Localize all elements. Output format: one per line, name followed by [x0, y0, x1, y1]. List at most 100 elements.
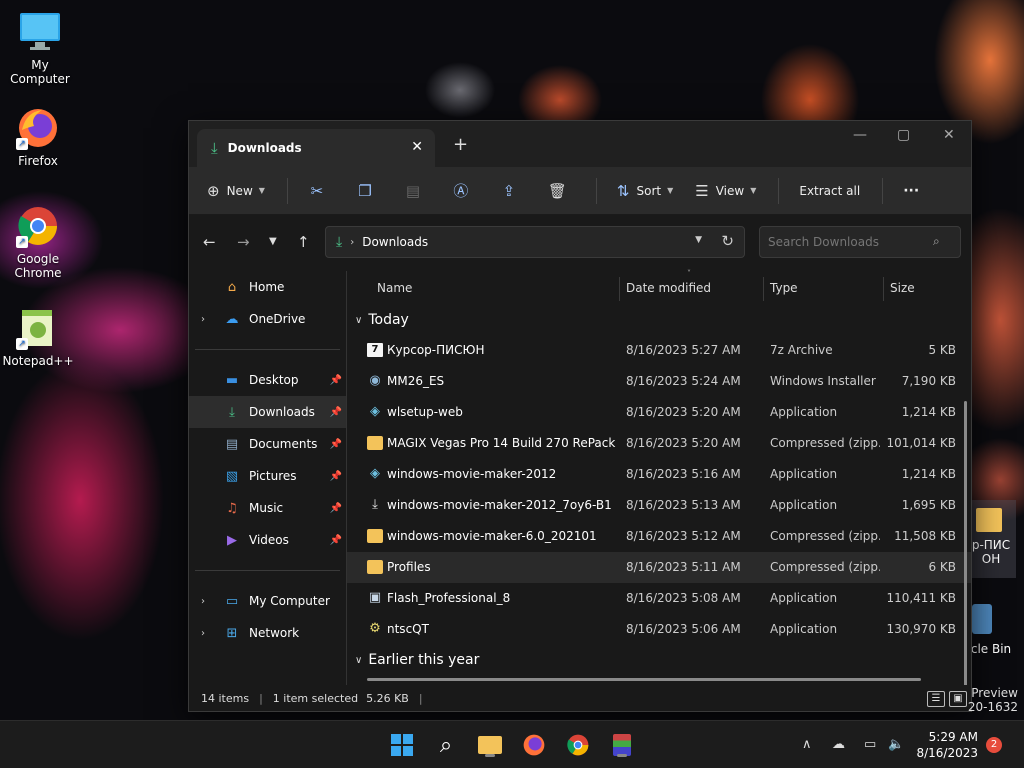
- network-status-icon[interactable]: ▭: [864, 737, 876, 752]
- delete-icon[interactable]: 🗑: [548, 182, 567, 200]
- show-hidden-icons-chevron-icon[interactable]: ∧: [802, 737, 812, 752]
- sidebar-item-videos[interactable]: ▶ Videos 📌: [189, 524, 346, 556]
- close-window-button[interactable]: ✕: [943, 127, 955, 143]
- sidebar-item-my-computer[interactable]: › ▭ My Computer: [189, 585, 346, 617]
- search-input[interactable]: [759, 226, 961, 258]
- notification-badge[interactable]: 2: [986, 737, 1002, 753]
- tiles-view-button[interactable]: ▣: [949, 691, 967, 707]
- notepadpp-icon: ↗: [16, 306, 60, 350]
- music-icon: ♫: [226, 500, 238, 516]
- table-row[interactable]: ◉ MM26_ES 8/16/2023 5:24 AM Windows Install…: [347, 366, 971, 397]
- sidebar-item-home[interactable]: ⌂ Home: [189, 271, 346, 303]
- search-taskbar-button[interactable]: ⌕: [432, 731, 460, 759]
- table-row[interactable]: ⤓ windows-movie-maker-2012_7oy6-B1 8/16/20…: [347, 490, 971, 521]
- horizontal-scrollbar[interactable]: [367, 678, 921, 681]
- maximize-button[interactable]: ▢: [897, 127, 910, 143]
- sidebar-item-documents[interactable]: ▤ Documents 📌: [189, 428, 346, 460]
- paste-icon[interactable]: ▤: [404, 182, 422, 200]
- desktop-icon-notepadpp[interactable]: ↗ Notepad++: [0, 306, 76, 368]
- up-arrow-icon[interactable]: ↑: [297, 233, 310, 251]
- zip-folder-icon: [367, 436, 383, 450]
- sidebar-item-label: Music: [249, 501, 284, 515]
- archive-app-icon: [613, 734, 631, 756]
- firefox-taskbar-button[interactable]: [520, 731, 548, 759]
- toolbar-divider: [595, 177, 597, 204]
- onedrive-offline-icon[interactable]: ☁: [832, 737, 845, 752]
- download-app-icon: ⤓: [372, 497, 378, 512]
- sidebar-item-music[interactable]: ♫ Music 📌: [189, 492, 346, 524]
- column-header-name[interactable]: Name: [377, 271, 412, 305]
- tab-downloads[interactable]: ⤓ Downloads ✕: [197, 129, 435, 167]
- table-row[interactable]: ◈ wlsetup-web 8/16/2023 5:20 AM Application…: [347, 397, 971, 428]
- extract-all-button[interactable]: Extract all: [799, 175, 860, 207]
- vertical-scrollbar[interactable]: [964, 401, 967, 693]
- minimize-button[interactable]: —: [853, 127, 867, 143]
- expand-chevron-icon[interactable]: ›: [201, 596, 205, 607]
- file-explorer-taskbar-button[interactable]: [476, 731, 504, 759]
- column-divider[interactable]: [763, 277, 764, 301]
- desktop-icon-my-computer[interactable]: My Computer: [2, 10, 78, 86]
- table-row[interactable]: windows-movie-maker-6.0_202101 8/16/2023 …: [347, 521, 971, 552]
- table-row[interactable]: Profiles 8/16/2023 5:11 AM Compressed (zip…: [347, 552, 971, 583]
- group-header-today[interactable]: ∨ Today: [347, 305, 971, 335]
- file-type: Application: [770, 622, 838, 636]
- file-size: 110,411 KB: [886, 591, 956, 605]
- new-button[interactable]: ⊕ New ▼: [207, 175, 265, 207]
- archiver-taskbar-button[interactable]: [608, 731, 636, 759]
- file-type: Application: [770, 498, 838, 512]
- file-size: 7,190 KB: [901, 374, 956, 388]
- breadcrumb-downloads[interactable]: Downloads: [362, 235, 428, 249]
- file-date: 8/16/2023 5:20 AM: [626, 405, 741, 419]
- column-header-type[interactable]: Type: [770, 271, 798, 305]
- table-row[interactable]: ▣ Flash_Professional_8 8/16/2023 5:08 AM Ap…: [347, 583, 971, 614]
- sidebar-item-onedrive[interactable]: › ☁ OneDrive: [189, 303, 346, 335]
- view-button[interactable]: ☰ View ▼: [695, 175, 756, 207]
- address-row: ← → ▼ ↑ ⤓ › Downloads ▼ ↻ ⌕: [189, 215, 971, 271]
- desktop-partial-recycle-bin[interactable]: cle Bin: [966, 600, 1016, 662]
- desktop-partial-file[interactable]: р-ПИС ОН: [966, 500, 1016, 578]
- recent-chevron-icon[interactable]: ▼: [269, 236, 277, 247]
- group-header-earlier[interactable]: ∨ Earlier this year: [347, 645, 971, 675]
- details-view-button[interactable]: ☰: [927, 691, 945, 707]
- toolbar-divider: [778, 177, 780, 204]
- back-arrow-icon[interactable]: ←: [203, 233, 216, 251]
- column-divider[interactable]: [619, 277, 620, 301]
- cut-icon[interactable]: ✂: [308, 182, 326, 200]
- pin-icon: 📌: [329, 406, 342, 418]
- rename-icon[interactable]: Ⓐ: [452, 180, 470, 201]
- table-row[interactable]: ◈ windows-movie-maker-2012 8/16/2023 5:16 …: [347, 459, 971, 490]
- copy-icon[interactable]: ❐: [356, 182, 374, 200]
- table-row[interactable]: 7 Курсор-ПИСЮН 8/16/2023 5:27 AM 7z Archive…: [347, 335, 971, 366]
- column-divider[interactable]: [883, 277, 884, 301]
- share-icon[interactable]: ⇪: [500, 182, 518, 200]
- new-tab-button[interactable]: +: [453, 134, 468, 155]
- desktop-icon-chrome[interactable]: ↗ Google Chrome: [0, 204, 76, 280]
- chrome-taskbar-button[interactable]: [564, 731, 592, 759]
- sidebar-item-network[interactable]: › ⊞ Network: [189, 617, 346, 649]
- desktop-icon-firefox[interactable]: ↗ Firefox: [0, 106, 76, 168]
- watermark-line: 20-1632: [967, 700, 1018, 714]
- system-clock[interactable]: 5:29 AM 8/16/2023: [916, 729, 978, 761]
- expand-chevron-icon[interactable]: ›: [201, 314, 205, 325]
- sidebar-item-pictures[interactable]: ▧ Pictures 📌: [189, 460, 346, 492]
- column-header-size[interactable]: Size: [890, 271, 915, 305]
- more-options-button[interactable]: ···: [903, 175, 919, 207]
- home-icon: ⌂: [227, 279, 237, 295]
- file-rows: 7 Курсор-ПИСЮН 8/16/2023 5:27 AM 7z Archive…: [347, 335, 971, 645]
- sort-button[interactable]: ⇅ Sort ▼: [617, 175, 673, 207]
- sidebar-item-downloads[interactable]: ⤓ Downloads 📌: [189, 396, 346, 428]
- refresh-icon[interactable]: ↻: [721, 232, 734, 250]
- sidebar-item-desktop[interactable]: ▬ Desktop 📌: [189, 364, 346, 396]
- start-button[interactable]: [388, 731, 416, 759]
- address-history-chevron-icon[interactable]: ▼: [695, 235, 702, 245]
- expand-chevron-icon[interactable]: ›: [201, 628, 205, 639]
- tab-close-icon[interactable]: ✕: [411, 139, 423, 155]
- address-bar[interactable]: ⤓ › Downloads ▼ ↻: [325, 226, 745, 258]
- column-header-date[interactable]: Date modified: [626, 271, 711, 305]
- forward-arrow-icon[interactable]: →: [237, 233, 250, 251]
- table-row[interactable]: ⚙ ntscQT 8/16/2023 5:06 AM Application 130,9…: [347, 614, 971, 645]
- installer-icon: ◉: [369, 373, 381, 388]
- volume-icon[interactable]: 🔈: [888, 737, 904, 752]
- table-row[interactable]: MAGIX Vegas Pro 14 Build 270 RePack by .…: [347, 428, 971, 459]
- collapse-chevron-icon: ∨: [355, 654, 363, 666]
